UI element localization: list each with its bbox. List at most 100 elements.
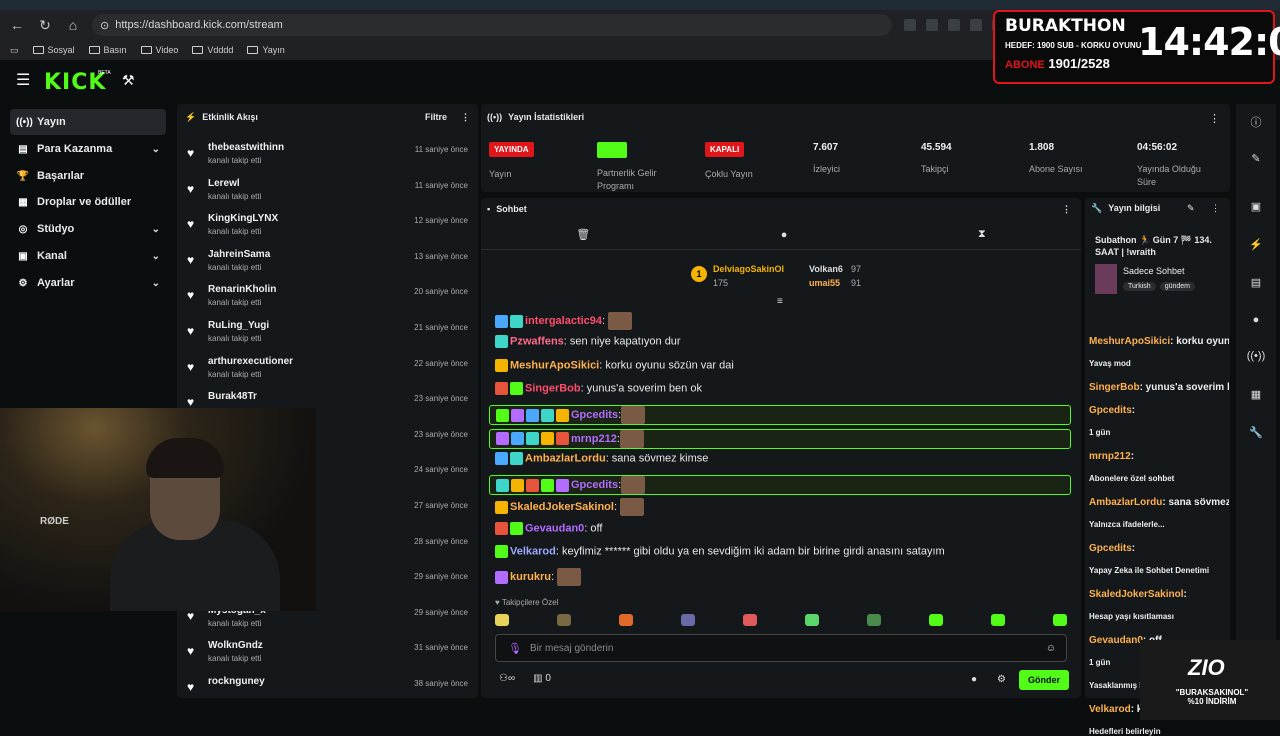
feed-item-name[interactable]: rocknguney [208,676,265,687]
tag-chip[interactable]: Turkish [1123,282,1156,291]
gear-icon[interactable]: ⚙ [997,674,1006,685]
sidebar-item-kanal[interactable]: ▣ Kanal ⌄ [10,243,166,269]
chat-setting-row[interactable]: 1 gün [1089,428,1229,437]
more-icon[interactable]: ⋮ [1062,204,1071,215]
chat-setting-row[interactable]: Gpcedits: [1089,543,1229,554]
feed-item-name[interactable]: Lerewl [208,178,240,189]
chat-username[interactable]: Velkarod [510,545,556,557]
chat-username[interactable]: SkaledJokerSakinol [510,501,614,513]
more-icon[interactable]: ⋮ [461,112,470,123]
emote-button[interactable] [681,614,695,626]
more-icon[interactable]: ⋮ [1211,203,1220,214]
home-icon[interactable]: ⌂ [62,14,84,36]
chat-username[interactable]: AmbazlarLordu [525,452,606,464]
feed-item-name[interactable]: Burak48Tr [208,391,257,402]
category-name: Sadece Sohbet [1123,266,1185,276]
reload-icon[interactable]: ↻ [34,14,56,36]
chat-setting-row[interactable]: Hesap yaşı kısıtlaması [1089,612,1229,621]
extension-icon[interactable] [970,19,982,31]
tag-chip[interactable]: gündem [1159,282,1195,291]
chat-setting-row[interactable]: SingerBob: yunus'a soverim ben [1089,382,1229,393]
lightning-icon[interactable]: ⚡ [1246,234,1266,254]
extension-icon[interactable] [904,19,916,31]
feed-item-name[interactable]: KingKingLYNX [208,213,278,224]
sidebar-item-basarilar[interactable]: 🏆 Başarılar [10,163,166,189]
bookmark-folder[interactable]: Yayın [247,45,285,55]
feed-item-name[interactable]: thebeastwithinn [208,142,284,153]
bookmark-menu-icon[interactable]: ▭ [10,45,19,56]
emote-button[interactable] [867,614,881,626]
emote-button[interactable] [619,614,633,626]
address-bar[interactable]: ⊙ https://dashboard.kick.com/stream [92,14,892,36]
sidebar-item-para-kazanma[interactable]: ▤ Para Kazanma ⌄ [10,136,166,162]
sidebar-item-ayarlar[interactable]: ⚙ Ayarlar ⌄ [10,270,166,296]
chat-username[interactable]: Gpcedits [571,409,618,421]
chat-username[interactable]: Gpcedits [571,479,618,491]
speech-bubble-icon[interactable]: ● [781,229,788,241]
chat-username[interactable]: Pzwaffens [510,336,564,348]
chat-username[interactable]: mrnp212 [571,433,617,445]
feed-item-name[interactable]: RenarinKholin [208,284,276,295]
hourglass-icon[interactable]: ⧗ [978,228,986,241]
feed-item-name[interactable]: JahreinSama [208,249,270,260]
send-button[interactable]: Gönder [1019,670,1069,690]
extension-icon[interactable] [926,19,938,31]
more-icon[interactable]: ⋮ [1209,112,1220,125]
sidebar-item-yayin[interactable]: ((•)) Yayın [10,109,166,135]
feed-item-name[interactable]: WolknGndz [208,640,263,651]
bookmark-folder[interactable]: Sosyal [32,45,75,55]
filter-button[interactable]: Filtre [425,112,447,122]
chat-bubble-icon[interactable]: ● [971,674,977,685]
chat-username[interactable]: SingerBob [525,382,581,394]
chat-username[interactable]: Gevaudan0 [525,522,584,534]
chat-setting-row[interactable]: Yapay Zeka ile Sohbet Denetimi [1089,566,1229,575]
layout-icon[interactable]: ▦ [1246,384,1266,404]
emote-button[interactable] [805,614,819,626]
points-icon[interactable]: ▥ 0 [533,673,551,684]
back-icon[interactable]: ← [6,14,28,36]
mod-tools-icon[interactable]: ⚒ [122,72,135,89]
sidebar-item-studyo[interactable]: ◎ Stüdyo ⌄ [10,216,166,242]
camera-icon[interactable]: ▣ [1246,196,1266,216]
chat-setting-row[interactable]: Gpcedits: [1089,405,1229,416]
feed-item-name[interactable]: arthurexecutioner [208,356,293,367]
broadcast-icon[interactable]: ((•)) [1246,346,1266,366]
chat-icon[interactable]: ● [1246,310,1266,330]
document-icon[interactable]: ▤ [1246,272,1266,292]
expand-icon[interactable]: ≡ [777,296,783,307]
emote-button[interactable] [495,614,509,626]
chat-setting-row[interactable]: AmbazlarLordu: sana sövmez kimse [1089,497,1229,508]
bookmark-folder[interactable]: Basın [88,45,127,55]
feed-item-name[interactable]: RuLing_Yugi [208,320,269,331]
edit-icon[interactable]: ✎ [1187,203,1195,214]
menu-icon[interactable]: ☰ [16,73,32,89]
sidebar-item-droplar[interactable]: ▦ Droplar ve ödüller [10,189,166,215]
trash-icon[interactable]: 🗑 [576,228,590,241]
wrench-icon[interactable]: 🔧 [1246,422,1266,442]
bookmark-label: Video [155,45,179,55]
chat-setting-row[interactable]: Abonelere özel sohbet [1089,474,1229,483]
mic-icon[interactable]: 🎙 [508,642,522,655]
emote-button[interactable] [991,614,1005,626]
chat-username[interactable]: MeshurApoSikici [510,359,599,371]
chat-setting-row[interactable]: MeshurApoSikici: korku oyunu sözün var d… [1089,336,1229,347]
bookmark-folder[interactable]: Video [140,45,179,55]
chat-setting-row[interactable]: Yalnızca ifadelerle... [1089,520,1229,529]
info-icon[interactable]: ⓘ [1246,112,1266,132]
chat-username[interactable]: intergalactic94 [525,315,602,327]
chat-setting-row[interactable]: SkaledJokerSakinol: [1089,589,1229,600]
people-icon[interactable]: ⚇∞ [499,673,515,684]
emote-button[interactable] [929,614,943,626]
emote-button[interactable] [557,614,571,626]
chat-setting-row[interactable]: Hedefleri belirleyin [1089,727,1229,736]
emoji-icon[interactable]: ☺ [1046,643,1056,654]
emote-button[interactable] [743,614,757,626]
chat-input[interactable]: 🎙 Bir mesaj gönderin ☺ [495,634,1067,662]
chat-setting-row[interactable]: Yavaş mod [1089,359,1229,368]
bookmark-folder[interactable]: Vdddd [192,45,233,55]
chat-setting-row[interactable]: mrnp212: [1089,451,1229,462]
extension-icon[interactable] [948,19,960,31]
chat-username[interactable]: kurukru [510,571,551,583]
emote-button[interactable] [1053,614,1067,626]
pen-icon[interactable]: ✎ [1246,148,1266,168]
